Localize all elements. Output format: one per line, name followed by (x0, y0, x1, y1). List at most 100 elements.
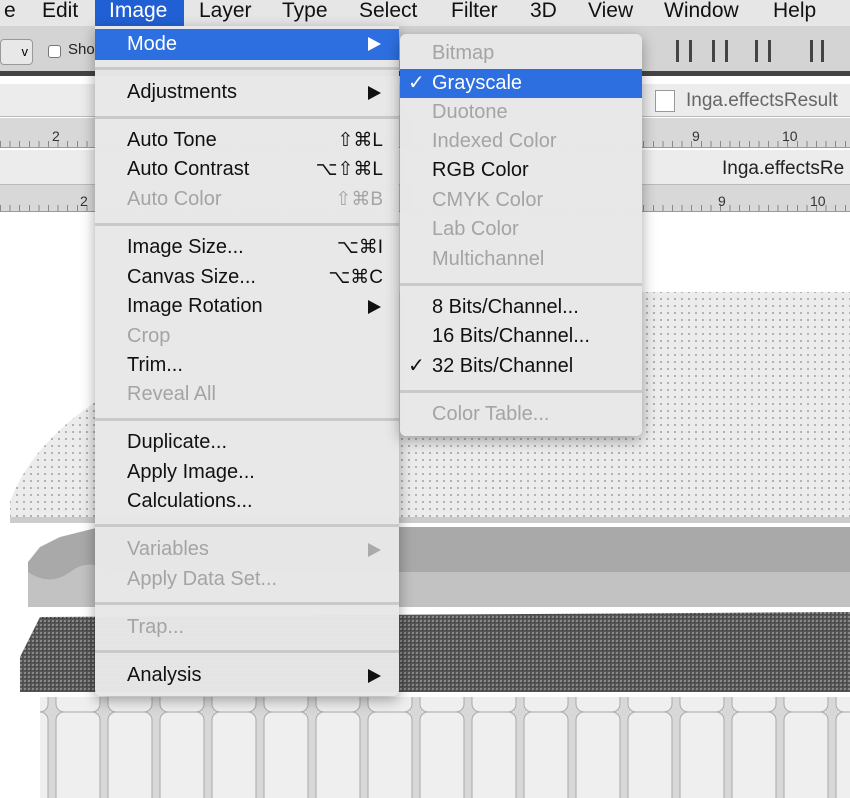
menu-item-label: Mode (127, 33, 178, 55)
submenu-item-rgb-color[interactable]: RGB Color (400, 156, 642, 185)
submenu-item-lab-color: Lab Color (400, 215, 642, 244)
menu-item-label: CMYK Color (432, 189, 544, 211)
menu-item-auto-contrast[interactable]: Auto Contrast ⌥⇧⌘L (95, 155, 399, 184)
submenu-item-grayscale[interactable]: ✓ Grayscale (400, 69, 642, 98)
shortcut: ⌥⌘I (336, 237, 383, 258)
menu-item-label: Adjustments (127, 81, 238, 103)
document-title[interactable]: Inga.effectsRe (722, 158, 844, 180)
menu-window[interactable]: Window (654, 0, 749, 26)
menu-item-trap: Trap... (95, 613, 399, 642)
menu-edit[interactable]: Edit (32, 0, 88, 26)
submenu-arrow-icon (368, 669, 381, 683)
menu-item-label: 16 Bits/Channel... (432, 325, 590, 347)
menu-item-label: Image Rotation (127, 295, 263, 317)
menu-separator (95, 116, 399, 119)
ruler-label: 2 (52, 128, 60, 144)
menu-help[interactable]: Help (763, 0, 826, 26)
checkmark-icon: ✓ (408, 355, 425, 377)
menu-item-label: 32 Bits/Channel (432, 355, 574, 377)
menu-item-trim[interactable]: Trim... (95, 351, 399, 380)
tiff-file-icon (655, 90, 675, 112)
menu-item-label: Apply Data Set... (127, 568, 278, 590)
menu-item-label: Calculations... (127, 490, 253, 512)
menu-item-label: Color Table... (432, 403, 550, 425)
shortcut: ⇧⌘L (337, 130, 384, 151)
submenu-arrow-icon (368, 37, 381, 51)
submenu-arrow-icon (368, 543, 381, 557)
menu-item-label: Analysis (127, 664, 202, 686)
submenu-arrow-icon (368, 86, 381, 100)
image-menu: Mode Adjustments Auto Tone ⇧⌘L Auto Contr… (95, 26, 399, 696)
align-left-icon[interactable] (676, 40, 692, 62)
menu-item-mode[interactable]: Mode (95, 29, 399, 60)
submenu-item-16-bits[interactable]: 16 Bits/Channel... (400, 322, 642, 351)
menu-item-auto-color: Auto Color ⇧⌘B (95, 185, 399, 214)
menu-item-label: RGB Color (432, 159, 529, 181)
menu-item-label: Multichannel (432, 248, 545, 270)
menu-type[interactable]: Type (272, 0, 338, 26)
ruler-label: 9 (718, 193, 726, 209)
document-tab[interactable]: Inga.effectsResult (686, 90, 838, 112)
menu-item-label: Trim... (127, 354, 183, 376)
menu-bar: e Edit Image Layer Type Select Filter 3D… (0, 0, 850, 26)
menu-item-analysis[interactable]: Analysis (95, 661, 399, 690)
menu-item-label: Auto Tone (127, 129, 217, 151)
ruler-label: 9 (692, 128, 700, 144)
menu-item-reveal-all: Reveal All (95, 380, 399, 409)
menu-separator (95, 524, 399, 527)
menu-item-apply-image[interactable]: Apply Image... (95, 458, 399, 487)
menu-image[interactable]: Image (95, 0, 184, 26)
menu-item-label: Duotone (432, 101, 508, 123)
mode-submenu: Bitmap ✓ Grayscale Duotone Indexed Color … (400, 34, 642, 436)
menu-item-label: Variables (127, 538, 209, 560)
menu-item-label: Bitmap (432, 42, 495, 64)
submenu-item-32-bits[interactable]: ✓ 32 Bits/Channel (400, 352, 642, 381)
menu-separator (95, 418, 399, 421)
submenu-item-indexed-color: Indexed Color (400, 127, 642, 156)
menu-filter[interactable]: Filter (441, 0, 508, 26)
menu-layer[interactable]: Layer (189, 0, 262, 26)
align-center-icon[interactable] (712, 40, 728, 62)
menu-edit-partial[interactable]: e (0, 0, 26, 26)
align-right-icon[interactable] (755, 40, 771, 62)
menu-item-label: Duplicate... (127, 431, 228, 453)
menu-item-image-size[interactable]: Image Size... ⌥⌘I (95, 233, 399, 262)
show-checkbox[interactable] (48, 45, 61, 58)
menu-item-label: Apply Image... (127, 461, 255, 483)
menu-item-label: Auto Color (127, 188, 222, 210)
shortcut: ⌥⇧⌘L (315, 159, 383, 180)
menu-item-adjustments[interactable]: Adjustments (95, 78, 399, 107)
menu-item-canvas-size[interactable]: Canvas Size... ⌥⌘C (95, 263, 399, 292)
menu-item-calculations[interactable]: Calculations... (95, 487, 399, 516)
checkmark-icon: ✓ (408, 72, 425, 94)
menu-separator (400, 390, 642, 393)
menu-3d[interactable]: 3D (520, 0, 567, 26)
menu-item-label: Indexed Color (432, 130, 557, 152)
menu-separator (95, 650, 399, 653)
submenu-arrow-icon (368, 300, 381, 314)
menu-item-label: Canvas Size... (127, 266, 256, 288)
menu-item-image-rotation[interactable]: Image Rotation (95, 292, 399, 321)
submenu-item-8-bits[interactable]: 8 Bits/Channel... (400, 293, 642, 322)
submenu-item-color-table: Color Table... (400, 400, 642, 429)
ruler-label: 2 (80, 193, 88, 209)
menu-item-label: 8 Bits/Channel... (432, 296, 579, 318)
menu-view[interactable]: View (578, 0, 643, 26)
menu-item-auto-tone[interactable]: Auto Tone ⇧⌘L (95, 126, 399, 155)
shortcut: ⇧⌘B (335, 189, 383, 210)
menu-separator (95, 67, 399, 70)
menu-item-apply-data-set: Apply Data Set... (95, 565, 399, 594)
distribute-icon[interactable] (810, 40, 824, 62)
menu-item-label: Image Size... (127, 236, 244, 258)
submenu-item-cmyk-color: CMYK Color (400, 186, 642, 215)
submenu-item-bitmap: Bitmap (400, 39, 642, 68)
show-checkbox-label: Sho (68, 41, 95, 58)
menu-select[interactable]: Select (349, 0, 427, 26)
menu-item-duplicate[interactable]: Duplicate... (95, 428, 399, 457)
menu-separator (400, 283, 642, 286)
menu-item-label: Crop (127, 325, 171, 347)
tool-preset-select[interactable]: v (0, 39, 33, 65)
menu-separator (95, 602, 399, 605)
menu-separator (95, 223, 399, 226)
menu-item-label: Auto Contrast (127, 158, 250, 180)
